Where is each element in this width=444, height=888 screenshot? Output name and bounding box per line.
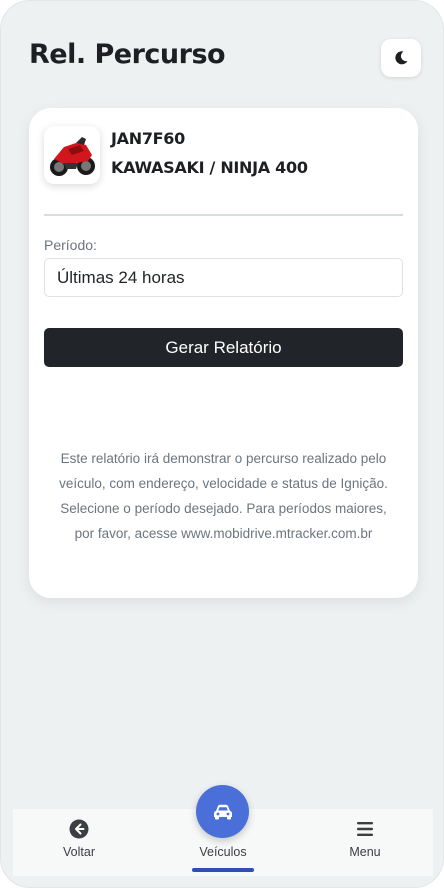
theme-toggle-button[interactable] [381,39,421,77]
phone-screen: Rel. Percurso JAN7F60 KAWASAKI / NINJA 4… [0,0,444,888]
vehicle-model: KAWASAKI / NINJA 400 [111,158,308,177]
info-text: Este relatório irá demonstrar o percurso… [59,451,388,541]
nav-menu-label: Menu [349,845,381,859]
nav-back[interactable]: Voltar [39,819,119,859]
report-card: JAN7F60 KAWASAKI / NINJA 400 Período: Úl… [29,108,418,598]
nav-vehicles-label[interactable]: Veículos [183,845,263,859]
period-label: Período: [44,237,97,253]
nav-vehicles-button[interactable] [196,785,249,838]
period-select[interactable]: Últimas 24 horas [44,258,403,297]
vehicle-image [44,126,100,184]
generate-report-label: Gerar Relatório [165,337,282,357]
vehicle-plate: JAN7F60 [111,129,185,148]
period-select-value: Últimas 24 horas [57,267,185,287]
moon-icon [395,51,408,65]
hamburger-menu-icon [357,822,373,836]
active-tab-indicator [192,868,254,872]
page-title: Rel. Percurso [29,39,226,70]
arrow-left-circle-icon [69,819,89,839]
generate-report-button[interactable]: Gerar Relatório [44,328,403,367]
motorcycle-image [50,137,95,176]
divider [44,214,403,216]
nav-back-label: Voltar [63,845,95,859]
nav-menu[interactable]: Menu [325,819,405,859]
car-icon [213,804,232,819]
